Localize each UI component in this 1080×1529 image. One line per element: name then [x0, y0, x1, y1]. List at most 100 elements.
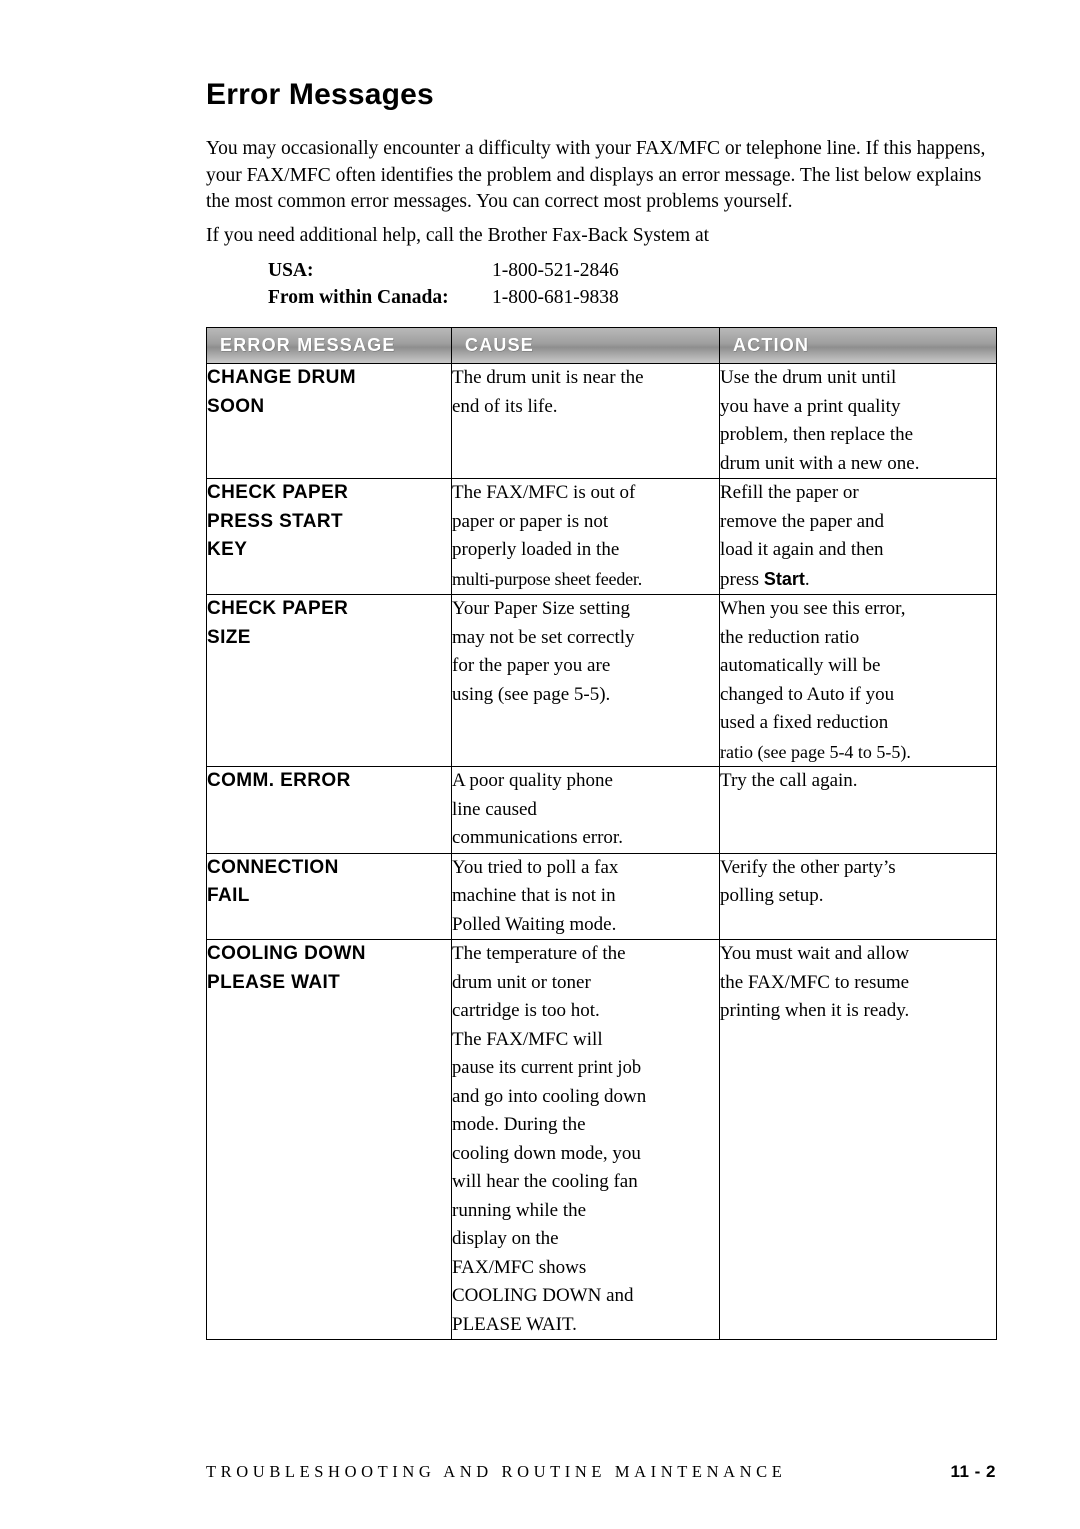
- table-header: ERROR MESSAGE CAUSE ACTION: [206, 327, 997, 364]
- cause-line: drum unit or toner: [452, 971, 591, 993]
- action-line-press-start: press Start.: [720, 568, 810, 590]
- contact-label-usa: USA:: [268, 260, 314, 281]
- cell-action: When you see this error, the reduction r…: [719, 594, 997, 767]
- cause-line: PLEASE WAIT.: [452, 1313, 577, 1335]
- table-row: CHECK PAPER PRESS START KEY The FAX/MFC …: [206, 478, 997, 595]
- cause-line: for the paper you are: [452, 655, 611, 676]
- action-line: ratio (see page 5-4 to 5-5).: [720, 741, 911, 762]
- cause-line: display on the: [452, 1228, 559, 1249]
- action-line: Use the drum unit until: [720, 367, 897, 388]
- contact-list: USA: 1-800-521-2846 From within Canada: …: [268, 257, 996, 311]
- cause-line: running while the: [452, 1199, 587, 1221]
- table-row: CONNECTION FAIL You tried to poll a fax …: [206, 852, 997, 940]
- cell-cause: The temperature of the drum unit or tone…: [451, 939, 720, 1340]
- header-label-action: ACTION: [720, 328, 996, 363]
- cell-action: Refill the paper or remove the paper and…: [719, 478, 997, 595]
- header-label-cause: CAUSE: [452, 328, 719, 363]
- cell-error-message: COMM. ERROR: [206, 766, 452, 854]
- msg-line: SOON: [207, 395, 265, 417]
- action-line: Verify the other party’s: [720, 856, 896, 878]
- table-header-cell-action: ACTION: [719, 327, 997, 364]
- action-line: drum unit with a new one.: [720, 452, 920, 474]
- action-line: printing when it is ready.: [720, 1000, 910, 1021]
- cell-error-message: CHANGE DRUM SOON: [206, 363, 452, 479]
- msg-line: PRESS START: [207, 510, 344, 532]
- table-row: CHECK PAPER SIZE Your Paper Size setting…: [206, 594, 997, 767]
- header-label-error-message: ERROR MESSAGE: [207, 328, 451, 363]
- cause-line: cooling down mode, you: [452, 1142, 641, 1164]
- cause-line: Your Paper Size setting: [452, 598, 631, 619]
- cause-line: and go into cooling down: [452, 1085, 647, 1107]
- cell-action: Verify the other party’s polling setup.: [719, 852, 997, 940]
- action-line: polling setup.: [720, 885, 824, 906]
- intro-line-1: You may occasionally encounter a difficu…: [206, 138, 822, 159]
- action-line: Try the call again.: [720, 770, 858, 791]
- cause-line: properly loaded in the: [452, 539, 620, 560]
- footer-section-title: TROUBLESHOOTING AND ROUTINE MAINTENANCE: [206, 1462, 787, 1481]
- intro-paragraph: You may occasionally encounter a difficu…: [206, 136, 996, 216]
- faxback-paragraph: If you need additional help, call the Br…: [206, 224, 710, 246]
- contact-row-canada: From within Canada: 1-800-681-9838: [268, 284, 996, 311]
- cause-line: COOLING DOWN and: [452, 1285, 634, 1306]
- cause-line: The temperature of the: [452, 943, 626, 964]
- cause-line: multi-purpose sheet feeder.: [452, 568, 643, 589]
- cause-line: cartridge is too hot.: [452, 1000, 600, 1021]
- action-line: problem, then replace the: [720, 424, 914, 445]
- cause-line: end of its life.: [452, 395, 558, 417]
- msg-line: PLEASE WAIT: [207, 971, 341, 993]
- page-title: Error Messages: [206, 78, 434, 111]
- cell-action: Try the call again.: [719, 766, 997, 854]
- cause-line: paper or paper is not: [452, 510, 609, 532]
- cell-cause: You tried to poll a fax machine that is …: [451, 852, 720, 940]
- cell-cause: The drum unit is near the end of its lif…: [451, 363, 720, 479]
- cause-line: may not be set correctly: [452, 626, 635, 648]
- cause-line: mode. During the: [452, 1114, 586, 1135]
- cell-action: You must wait and allow the FAX/MFC to r…: [719, 939, 997, 1340]
- table-header-cell-message: ERROR MESSAGE: [206, 327, 452, 364]
- cause-line: The drum unit is near the: [452, 367, 644, 388]
- cause-line: pause its current print job: [452, 1058, 642, 1078]
- table-row: COMM. ERROR A poor quality phone line ca…: [206, 766, 997, 854]
- error-messages-table: ERROR MESSAGE CAUSE ACTION CHANGE DRUM S…: [206, 327, 997, 1340]
- cell-error-message: CONNECTION FAIL: [206, 852, 452, 940]
- msg-line: CONNECTION: [207, 856, 339, 878]
- msg-line: CHECK PAPER: [207, 482, 349, 503]
- cause-line: Polled Waiting mode.: [452, 913, 617, 935]
- action-line: changed to Auto if you: [720, 683, 895, 705]
- cause-line: machine that is not in: [452, 885, 616, 906]
- msg-line: SIZE: [207, 626, 251, 648]
- action-line: the reduction ratio: [720, 626, 860, 648]
- intro-line-4: You can correct most problems yourself.: [476, 191, 793, 212]
- table-header-cell-cause: CAUSE: [451, 327, 720, 364]
- action-line: When you see this error,: [720, 598, 906, 619]
- msg-line: FAIL: [207, 885, 250, 906]
- table-body: CHANGE DRUM SOON The drum unit is near t…: [206, 363, 997, 1340]
- cause-line: You tried to poll a fax: [452, 856, 619, 878]
- page-content: Error Messages You may occasionally enco…: [206, 78, 997, 1340]
- msg-line: COOLING DOWN: [207, 943, 366, 964]
- action-line: used a fixed reduction: [720, 712, 889, 733]
- msg-line: KEY: [207, 539, 248, 560]
- action-line: the FAX/MFC to resume: [720, 971, 910, 993]
- msg-line: CHANGE DRUM: [207, 367, 357, 388]
- cause-line: FAX/MFC shows: [452, 1256, 587, 1278]
- action-line: automatically will be: [720, 655, 881, 676]
- cause-line: using (see page 5-5).: [452, 683, 611, 705]
- page-number: 11 - 2: [950, 1462, 996, 1481]
- contact-number-canada: 1-800-681-9838: [492, 287, 619, 308]
- cause-line: The FAX/MFC will: [452, 1028, 603, 1050]
- cause-line: A poor quality phone: [452, 770, 613, 791]
- cell-cause: The FAX/MFC is out of paper or paper is …: [451, 478, 720, 595]
- cell-action: Use the drum unit until you have a print…: [719, 363, 997, 479]
- table-row: COOLING DOWN PLEASE WAIT The temperature…: [206, 939, 997, 1340]
- msg-line: CHECK PAPER: [207, 598, 349, 619]
- contact-number-usa: 1-800-521-2846: [492, 260, 619, 281]
- action-line: you have a print quality: [720, 395, 901, 417]
- cell-error-message: CHECK PAPER PRESS START KEY: [206, 478, 452, 595]
- page-footer: TROUBLESHOOTING AND ROUTINE MAINTENANCE …: [206, 1462, 996, 1482]
- cell-cause: A poor quality phone line caused communi…: [451, 766, 720, 854]
- document-page: Error Messages You may occasionally enco…: [0, 0, 1080, 1529]
- cause-line: The FAX/MFC is out of: [452, 482, 636, 503]
- contact-row-usa: USA: 1-800-521-2846: [268, 257, 996, 284]
- action-line: You must wait and allow: [720, 943, 910, 964]
